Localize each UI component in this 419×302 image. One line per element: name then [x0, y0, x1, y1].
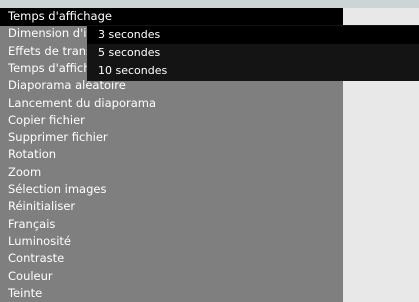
menu-item-contrast[interactable]: Contraste — [0, 250, 343, 268]
option-5-seconds[interactable]: 5 secondes — [87, 44, 419, 62]
menu-item-start-slideshow[interactable]: Lancement du diaporama — [0, 95, 343, 113]
menu-item-copy-file[interactable]: Copier fichier — [0, 112, 343, 130]
option-3-seconds[interactable]: 3 secondes — [87, 26, 419, 44]
menu-item-color[interactable]: Couleur — [0, 268, 343, 286]
menu-item-delete-file[interactable]: Supprimer fichier — [0, 129, 343, 147]
option-10-seconds[interactable]: 10 secondes — [87, 62, 419, 80]
menu-item-brightness[interactable]: Luminosité — [0, 233, 343, 251]
menu-item-zoom[interactable]: Zoom — [0, 164, 343, 182]
menu-item-rotation[interactable]: Rotation — [0, 146, 343, 164]
menu-item-image-selection[interactable]: Sélection images — [0, 181, 343, 199]
menu-item-tint[interactable]: Teinte — [0, 285, 343, 302]
menu-item-reset[interactable]: Réinitialiser — [0, 198, 343, 216]
menu-item-display-time[interactable]: Temps d'affichage — [0, 8, 343, 26]
top-strip — [0, 0, 419, 8]
display-time-submenu: 3 secondes 5 secondes 10 secondes — [87, 25, 419, 81]
menu-item-language[interactable]: Français — [0, 216, 343, 234]
